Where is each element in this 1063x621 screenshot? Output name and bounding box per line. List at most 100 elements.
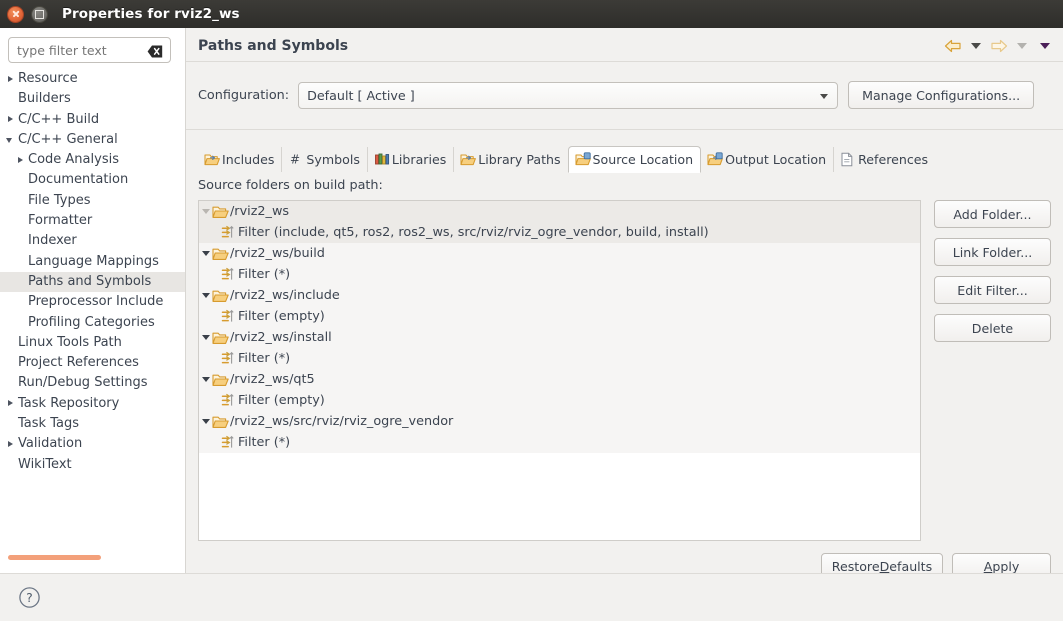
source-filter-label: Filter (*) — [238, 264, 290, 285]
filter-icon — [221, 351, 236, 366]
list-empty-area[interactable] — [199, 453, 920, 541]
source-filter-row[interactable]: Filter (*) — [199, 348, 920, 369]
sidebar-item-label: Builders — [16, 89, 71, 109]
expand-closed-icon[interactable] — [4, 434, 16, 454]
view-menu-chevron-down-icon[interactable] — [1035, 36, 1055, 56]
sidebar-item-paths-and-symbols[interactable]: Paths and Symbols — [0, 272, 185, 292]
delete-button[interactable]: Delete — [934, 314, 1051, 342]
expand-closed-icon[interactable] — [4, 394, 16, 414]
tree-spacer — [4, 374, 16, 394]
settings-sidebar: ResourceBuildersC/C++ BuildC/C++ General… — [0, 28, 186, 573]
page-navigation — [943, 36, 1055, 56]
edit-filter-button[interactable]: Edit Filter... — [934, 276, 1051, 304]
tree-spacer — [4, 89, 16, 109]
sidebar-item-label: Linux Tools Path — [16, 333, 122, 353]
source-folder-row[interactable]: /rviz2_ws/install — [199, 327, 920, 348]
apply-post: pply — [992, 559, 1019, 574]
expand-open-icon[interactable] — [199, 369, 212, 390]
filter-icon — [221, 225, 236, 240]
sidebar-item-formatter[interactable]: Formatter — [0, 211, 185, 231]
expand-open-icon[interactable] — [199, 243, 212, 264]
expand-open-icon[interactable] — [4, 130, 16, 150]
sidebar-item-linux-tools-path[interactable]: Linux Tools Path — [0, 333, 185, 353]
source-folder-row[interactable]: /rviz2_ws/qt5 — [199, 369, 920, 390]
source-filter-row[interactable]: Filter (*) — [199, 432, 920, 453]
help-icon[interactable]: ? — [18, 586, 41, 609]
tree-spacer — [4, 455, 16, 475]
expand-open-icon[interactable] — [199, 327, 212, 348]
tab-source-location[interactable]: Source Location — [568, 146, 702, 173]
sidebar-item-task-tags[interactable]: Task Tags — [0, 414, 185, 434]
expand-closed-icon[interactable] — [4, 69, 16, 89]
back-menu-chevron-down-icon[interactable] — [966, 36, 986, 56]
source-filter-row[interactable]: Filter (empty) — [199, 306, 920, 327]
configuration-select[interactable]: Default [ Active ] — [298, 82, 838, 109]
sidebar-item-run-debug-settings[interactable]: Run/Debug Settings — [0, 373, 185, 393]
tab-symbols[interactable]: #Symbols — [281, 147, 366, 172]
tree-spacer — [14, 232, 26, 252]
source-filter-row[interactable]: Filter (include, qt5, ros2, ros2_ws, src… — [199, 222, 920, 243]
source-filter-row[interactable]: Filter (empty) — [199, 390, 920, 411]
sidebar-horizontal-scrollbar[interactable] — [8, 555, 101, 560]
configuration-divider — [186, 129, 1063, 130]
sidebar-item-validation[interactable]: Validation — [0, 434, 185, 454]
forward-menu-chevron-down-icon[interactable] — [1012, 36, 1032, 56]
properties-page: Paths and Symbols Configuration: Default… — [186, 28, 1063, 573]
output-location-icon — [707, 152, 723, 167]
folder-icon — [212, 205, 229, 219]
expand-open-icon[interactable] — [199, 285, 212, 306]
sidebar-item-label: Task Repository — [16, 394, 119, 414]
page-title: Paths and Symbols — [198, 38, 348, 54]
sidebar-item-project-references[interactable]: Project References — [0, 353, 185, 373]
sidebar-item-wikitext[interactable]: WikiText — [0, 455, 185, 475]
back-arrow-icon[interactable] — [943, 36, 963, 56]
source-folder-row[interactable]: /rviz2_ws/include — [199, 285, 920, 306]
sidebar-item-documentation[interactable]: Documentation — [0, 170, 185, 190]
expand-closed-icon[interactable] — [14, 150, 26, 170]
tab-references[interactable]: References — [833, 147, 935, 172]
source-folders-list[interactable]: /rviz2_wsFilter (include, qt5, ros2, ros… — [198, 200, 921, 541]
sidebar-item-profiling-categories[interactable]: Profiling Categories — [0, 313, 185, 333]
source-folder-row[interactable]: /rviz2_ws — [199, 201, 920, 222]
sidebar-item-preprocessor-include[interactable]: Preprocessor Include — [0, 292, 185, 312]
expand-closed-icon[interactable] — [4, 110, 16, 130]
filter-icon — [221, 435, 236, 450]
sidebar-item-c-c-build[interactable]: C/C++ Build — [0, 110, 185, 130]
manage-configurations-button[interactable]: Manage Configurations... — [848, 81, 1034, 109]
source-folder-row[interactable]: /rviz2_ws/build — [199, 243, 920, 264]
sidebar-item-file-types[interactable]: File Types — [0, 191, 185, 211]
expand-open-icon[interactable] — [199, 201, 212, 222]
sidebar-item-label: C/C++ General — [16, 130, 118, 150]
tab-library-paths[interactable]: Library Paths — [453, 147, 567, 172]
sidebar-item-task-repository[interactable]: Task Repository — [0, 394, 185, 414]
sidebar-item-c-c-general[interactable]: C/C++ General — [0, 130, 185, 150]
sidebar-item-builders[interactable]: Builders — [0, 89, 185, 109]
source-filter-row[interactable]: Filter (*) — [199, 264, 920, 285]
tab-libraries[interactable]: Libraries — [367, 147, 453, 172]
close-icon[interactable] — [7, 6, 24, 23]
filter-field-wrap — [8, 37, 171, 63]
add-folder-button[interactable]: Add Folder... — [934, 200, 1051, 228]
sidebar-item-code-analysis[interactable]: Code Analysis — [0, 150, 185, 170]
tab-output-location[interactable]: Output Location — [701, 147, 833, 172]
sidebar-item-indexer[interactable]: Indexer — [0, 231, 185, 251]
clear-icon[interactable] — [147, 43, 163, 56]
sidebar-item-resource[interactable]: Resource — [0, 69, 185, 89]
source-folders-caption: Source folders on build path: — [198, 178, 383, 193]
tree-spacer — [14, 191, 26, 211]
forward-arrow-icon[interactable] — [989, 36, 1009, 56]
hash-icon: # — [288, 152, 304, 167]
link-folder-button[interactable]: Link Folder... — [934, 238, 1051, 266]
dialog-footer: ? Cancel Apply and Close — [0, 573, 1063, 621]
tab-label: Library Paths — [478, 152, 560, 167]
expand-open-icon[interactable] — [199, 411, 212, 432]
tree-spacer — [4, 333, 16, 353]
source-folder-row[interactable]: /rviz2_ws/src/rviz/rviz_ogre_vendor — [199, 411, 920, 432]
source-filter-label: Filter (*) — [238, 432, 290, 453]
settings-tree[interactable]: ResourceBuildersC/C++ BuildC/C++ General… — [0, 69, 185, 559]
maximize-icon[interactable] — [31, 6, 48, 23]
sidebar-item-language-mappings[interactable]: Language Mappings — [0, 252, 185, 272]
tab-includes[interactable]: Includes — [198, 147, 281, 172]
tree-spacer — [4, 414, 16, 434]
folder-icon — [212, 289, 229, 303]
